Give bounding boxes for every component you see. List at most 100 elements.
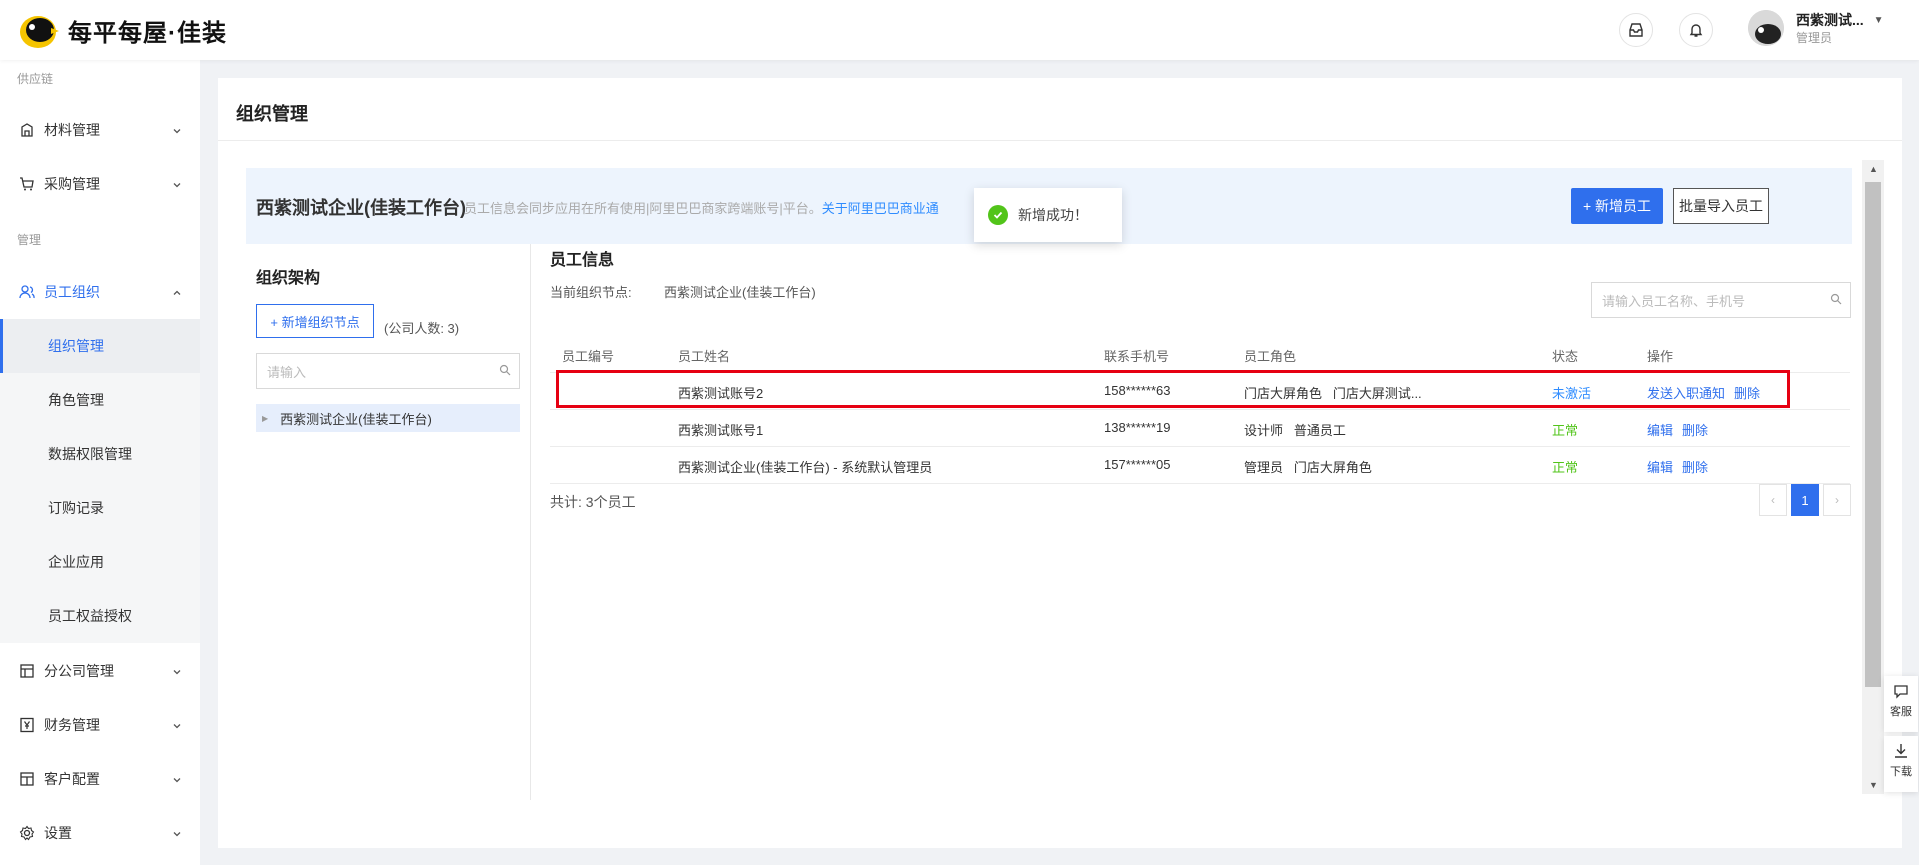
tree-node-label: 西紫测试企业(佳装工作台) [280, 411, 432, 427]
caret-right-icon[interactable]: ▶ [262, 414, 268, 423]
next-page-button[interactable]: › [1823, 484, 1851, 516]
download-icon [1892, 742, 1910, 763]
brand-logo[interactable]: 每平每屋·佳装 [18, 10, 227, 50]
top-bar: 每平每屋·佳装 西紫测试... 管理员 ▼ [0, 0, 1919, 60]
sidebar-item-staff-org[interactable]: 员工组织 [0, 265, 200, 319]
sidebar-item-branch[interactable]: 分公司管理 [0, 644, 200, 698]
prev-page-button[interactable]: ‹ [1759, 484, 1787, 516]
sidebar-group-supply: 供应链 [17, 72, 54, 86]
employee-search-input[interactable]: 请输入员工名称、手机号 [1591, 282, 1851, 318]
org-search-input[interactable]: 请输入 [256, 353, 520, 389]
sidebar-item-label: 材料管理 [44, 122, 100, 138]
sidebar-item-label: 设置 [44, 825, 72, 841]
table-row: 西紫测试企业(佳装工作台) - 系统默认管理员 157******05 管理员 … [550, 447, 1850, 484]
cell-phone: 157******05 [1104, 457, 1171, 472]
sidebar-item-label: 财务管理 [44, 717, 100, 733]
employee-search-placeholder: 请输入员工名称、手机号 [1602, 293, 1746, 309]
materials-icon [18, 121, 36, 139]
sidebar-subitem-order-records[interactable]: 订购记录 [0, 481, 200, 535]
search-icon [499, 364, 511, 379]
user-role: 管理员 [1796, 31, 1833, 45]
toast-message: 新增成功！ [1018, 207, 1088, 223]
yuan-icon [18, 716, 36, 734]
company-headcount: (公司人数: 3) [384, 321, 460, 336]
layout-icon [18, 770, 36, 788]
sidebar-item-customer-config[interactable]: 客户配置 [0, 752, 200, 806]
sidebar-subitem-role-manage[interactable]: 角色管理 [0, 373, 200, 427]
col-phone: 联系手机号 [1104, 349, 1170, 364]
gear-icon [18, 824, 36, 842]
panel-divider [530, 244, 531, 800]
check-circle-icon [988, 205, 1008, 225]
scroll-up-icon[interactable]: ▲ [1869, 164, 1878, 174]
sidebar-subitem-staff-benefits[interactable]: 员工权益授权 [0, 589, 200, 643]
branch-icon [18, 662, 36, 680]
sidebar-item-label: 分公司管理 [44, 663, 114, 679]
avatar [1748, 10, 1784, 46]
cart-icon [18, 175, 36, 193]
user-menu[interactable]: 西紫测试... 管理员 ▼ [1748, 10, 1884, 46]
edit-link[interactable]: 编辑 [1647, 420, 1673, 439]
banner-desc-text: 员工信息会同步应用在所有使用|阿里巴巴商家跨端账号|平台。 [464, 201, 822, 216]
success-toast: 新增成功！ [974, 188, 1122, 242]
service-label: 客服 [1890, 706, 1912, 718]
staff-org-submenu: 组织管理 角色管理 数据权限管理 订购记录 企业应用 员工权益授权 [0, 319, 200, 643]
delete-link[interactable]: 删除 [1682, 457, 1708, 476]
search-icon [1830, 293, 1842, 308]
col-employee-id: 员工编号 [562, 349, 615, 364]
scrollbar-thumb[interactable] [1865, 182, 1881, 687]
org-title: 组织架构 [256, 270, 321, 287]
inbox-icon[interactable] [1619, 13, 1653, 47]
delete-link[interactable]: 删除 [1682, 420, 1708, 439]
highlight-box [556, 370, 1790, 408]
sidebar-item-label: 客户配置 [44, 771, 100, 787]
customer-service-button[interactable]: 客服 [1884, 676, 1918, 732]
sidebar-item-settings[interactable]: 设置 [0, 806, 200, 860]
employee-title: 员工信息 [550, 252, 615, 269]
download-label: 下载 [1890, 766, 1912, 778]
table-row: 西紫测试账号1 138******19 设计师 普通员工 正常 编辑 删除 [550, 410, 1850, 447]
divider [218, 140, 1902, 141]
total-count: 共计: 3个员工 [550, 494, 636, 510]
sidebar-item-finance[interactable]: 财务管理 [0, 698, 200, 752]
chevron-down-icon [172, 826, 182, 842]
org-search-placeholder: 请输入 [267, 364, 307, 380]
cell-name: 西紫测试企业(佳装工作台) - 系统默认管理员 [678, 460, 933, 475]
sidebar-group-manage: 管理 [17, 233, 42, 247]
cell-phone: 138******19 [1104, 420, 1171, 435]
page-number-current[interactable]: 1 [1791, 484, 1819, 516]
org-tree-root[interactable]: ▶ 西紫测试企业(佳装工作台) [256, 404, 520, 432]
sidebar: 供应链 材料管理 采购管理 管理 员工组织 组织管理 角色管理 数据权限管理 订… [0, 60, 200, 865]
sidebar-item-label: 员工组织 [44, 284, 100, 300]
company-name: 西紫测试企业(佳装工作台) [256, 198, 466, 218]
sidebar-item-label: 采购管理 [44, 176, 100, 192]
add-org-node-button[interactable]: + 新增组织节点 [256, 304, 374, 338]
sidebar-item-purchase[interactable]: 采购管理 [0, 157, 200, 211]
sidebar-subitem-org-manage[interactable]: 组织管理 [0, 319, 200, 373]
chevron-down-icon [172, 772, 182, 788]
user-name: 西紫测试... [1796, 12, 1864, 28]
bell-icon[interactable] [1679, 13, 1713, 47]
sidebar-subitem-enterprise-apps[interactable]: 企业应用 [0, 535, 200, 589]
chevron-down-icon [172, 718, 182, 734]
banner-description: 员工信息会同步应用在所有使用|阿里巴巴商家跨端账号|平台。关于阿里巴巴商业通 [464, 198, 939, 217]
chevron-down-icon: ▼ [1873, 14, 1884, 26]
col-role: 员工角色 [1244, 349, 1297, 364]
download-button[interactable]: 下载 [1884, 736, 1918, 792]
scroll-down-icon[interactable]: ▼ [1869, 780, 1878, 790]
banner-link[interactable]: 关于阿里巴巴商业通 [822, 201, 939, 216]
chevron-down-icon [172, 664, 182, 680]
sidebar-item-materials[interactable]: 材料管理 [0, 103, 200, 157]
edit-link[interactable]: 编辑 [1647, 457, 1673, 476]
scrollbar[interactable]: ▲ ▼ [1862, 160, 1884, 794]
cell-name: 西紫测试账号1 [678, 423, 764, 438]
status-badge: 正常 [1552, 423, 1579, 438]
add-employee-button[interactable]: + 新增员工 [1571, 188, 1663, 224]
batch-import-button[interactable]: 批量导入员工 [1673, 188, 1769, 224]
main-card: 组织管理 西紫测试企业(佳装工作台) 员工信息会同步应用在所有使用|阿里巴巴商家… [218, 78, 1902, 848]
cell-roles: 管理员 门店大屏角色 [1244, 460, 1372, 475]
chat-icon [1892, 682, 1910, 703]
sidebar-subitem-data-permission[interactable]: 数据权限管理 [0, 427, 200, 481]
col-status: 状态 [1552, 349, 1579, 364]
current-node-value: 西紫测试企业(佳装工作台) [664, 285, 816, 300]
